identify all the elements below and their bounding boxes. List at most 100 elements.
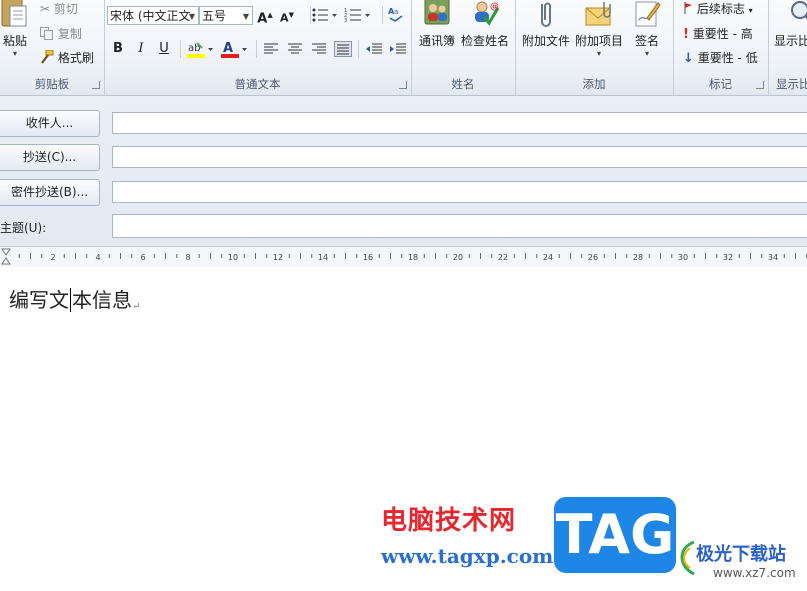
bullets-icon[interactable] [312,8,338,22]
align-center-icon[interactable] [288,43,302,55]
bold-label: B [113,41,123,56]
ruler-label: 18 [408,253,418,262]
low-importance-button[interactable]: ↓ 重要性 - 低 [683,49,758,66]
font-size-combo[interactable]: 五号 ▼ [199,6,253,25]
low-importance-label: 重要性 - 低 [697,51,758,65]
zoom-group-label: 显示比 [776,77,807,91]
follow-up-dropdown-icon[interactable]: ▾ [749,6,753,15]
ruler-label: 20 [453,253,463,262]
copy-button[interactable]: 复制 [40,25,82,42]
ruler-label: 28 [633,253,643,262]
ruler-label: 12 [273,253,283,262]
attach-item-label: 附加项目 [574,34,623,48]
check-names-button[interactable]: @ 检查姓名 [459,0,511,49]
copy-label: 复制 [57,27,82,41]
italic-button[interactable]: I [132,40,150,58]
signature-button[interactable]: 签名 ▾ [629,0,665,58]
ruler-label: 2 [50,253,55,262]
basic-text-dialog-launcher-icon[interactable] [399,81,407,89]
watermark-swirl-icon [680,540,695,576]
high-importance-button[interactable]: ! 重要性 - 高 [683,25,753,42]
paste-label: 粘贴 [2,34,27,48]
subject-field[interactable] [112,214,807,238]
format-painter-icon [41,49,54,64]
signature-dropdown-icon[interactable]: ▾ [629,49,665,58]
watermark-site-name-2: 极光下载站 [696,544,786,565]
format-painter-button[interactable]: 格式刷 [40,49,94,66]
exclamation-icon: ! [683,27,689,42]
basic-text-group-label: 普通文本 [234,77,281,91]
attach-item-dropdown-icon[interactable]: ▾ [573,49,625,58]
ruler-label: 32 [723,253,733,262]
to-field[interactable] [112,112,807,134]
font-name-combo[interactable]: 宋体 (中文正文 ▼ [107,6,199,25]
paste-dropdown-arrow-icon[interactable]: ▾ [0,49,30,58]
include-group-label: 添加 [582,77,606,91]
copy-icon [40,27,53,40]
zoom-group: 显示比 显示比 [768,0,807,95]
address-book-button[interactable]: 通讯簿 [415,0,459,49]
ruler[interactable]: 2 4 6 8 10 12 14 16 18 20 22 24 26 28 30 32 34 [0,246,807,268]
address-book-icon [424,0,450,25]
cut-button[interactable]: ✂ 剪切 [40,0,78,17]
cc-button[interactable]: 抄送(C)... [0,144,100,171]
underline-button[interactable]: U [155,40,173,58]
bcc-button[interactable]: 密件抄送(B)... [0,179,100,206]
justify-icon[interactable] [334,41,352,57]
font-size-dropdown-icon[interactable]: ▼ [243,7,249,24]
ruler-label: 26 [588,253,598,262]
font-color-icon[interactable]: A [220,40,250,60]
scissors-icon: ✂ [40,2,51,16]
ruler-label: 30 [678,253,688,262]
watermark-site-url: www.tagxp.com [381,544,554,568]
check-names-label: 检查姓名 [460,34,509,48]
tags-group-label: 标记 [709,77,732,91]
hanging-indent-marker[interactable] [1,257,11,265]
paperclip-icon [541,2,551,27]
body-text-after-caret: 本信息 [72,288,132,312]
subject-label: 主题(U): [0,221,47,235]
cut-label: 剪切 [53,2,78,16]
follow-up-label: 后续标志 [696,2,745,16]
font-size-value: 五号 [202,9,227,23]
grow-font-button[interactable]: A▲ [256,6,274,27]
numbering-icon[interactable]: 1 2 3 [344,8,372,22]
ruler-label: 6 [140,253,145,262]
align-right-icon[interactable] [312,43,326,55]
styles-icon[interactable]: A a [387,5,405,23]
check-names-icon: @ [475,1,500,26]
include-group: 附加文件 附加项目 ▾ 签名 ▾ 添加 [515,0,674,95]
paste-button[interactable]: 粘贴 ▾ [0,0,30,58]
bold-button[interactable]: B [109,40,127,58]
decrease-indent-icon[interactable] [366,43,382,55]
watermark-tag-logo: TAG [554,497,676,573]
font-name-value: 宋体 (中文正文 [110,9,191,23]
shrink-font-button[interactable]: A▼ [278,6,296,25]
attach-file-button[interactable]: 附加文件 [521,0,571,49]
font-name-dropdown-icon[interactable]: ▼ [189,7,195,24]
envelope-icon [585,2,611,26]
to-button[interactable]: 收件人... [0,110,100,137]
align-left-icon[interactable] [264,43,278,55]
magnifier-icon [791,1,807,20]
svg-text:A: A [223,41,233,56]
body-text-before-caret: 编写文 [9,288,69,312]
first-line-indent-marker[interactable] [1,248,11,256]
bcc-field[interactable] [112,181,807,203]
tags-dialog-launcher-icon[interactable] [756,81,764,89]
cc-field[interactable] [112,146,807,168]
paste-icon [1,0,27,27]
ruler-label: 4 [95,253,100,262]
increase-indent-icon[interactable] [390,43,406,55]
clipboard-dialog-launcher-icon[interactable] [92,81,100,89]
names-group-label: 姓名 [451,77,475,91]
highlight-color-icon[interactable]: ab [186,40,216,60]
grow-font-label: A [257,11,268,27]
zoom-label: 显示比 [774,34,807,48]
down-arrow-icon: ↓ [683,51,694,66]
attach-item-button[interactable]: 附加项目 ▾ [573,0,625,58]
zoom-button[interactable]: 显示比 [774,0,807,49]
follow-up-button[interactable]: 后续标志 ▾ [683,0,753,17]
ribbon: 粘贴 ▾ ✂ 剪切 复制 格式刷 剪贴板 宋体 (中文正文 ▼ 五号 ▼ A▲ … [0,0,807,96]
body-text[interactable]: 编写文 本信息↵ [9,284,140,313]
